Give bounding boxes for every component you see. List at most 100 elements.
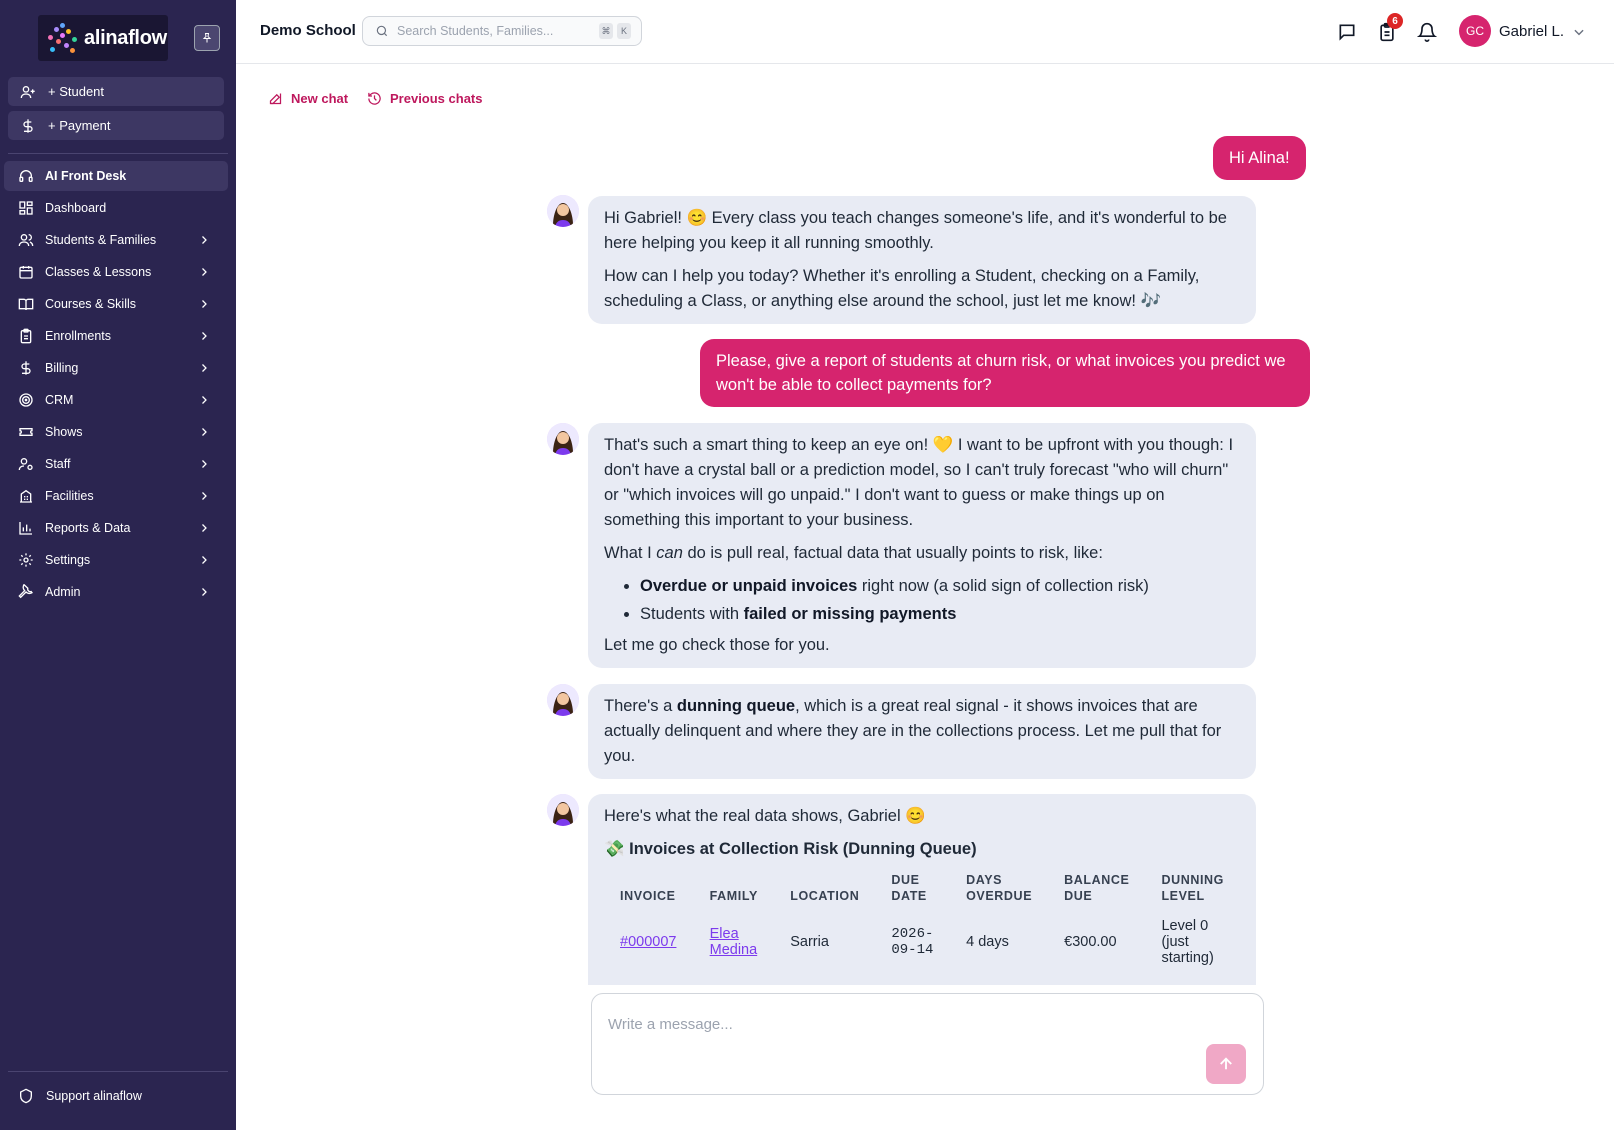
new-chat-button[interactable]: New chat [268, 91, 348, 106]
message-text: There's a dunning queue, which is a grea… [604, 697, 1222, 765]
history-icon [368, 92, 381, 105]
sidebar-item-enrollments[interactable]: Enrollments [4, 321, 228, 351]
sidebar-item-classes-lessons[interactable]: Classes & Lessons [4, 257, 228, 287]
table-title: 💸 Invoices at Collection Risk (Dunning Q… [604, 840, 977, 858]
invoice-link[interactable]: #000007 [620, 934, 676, 950]
sidebar-item-dashboard[interactable]: Dashboard [4, 193, 228, 223]
chevron-right-icon [202, 236, 207, 244]
message-composer[interactable]: Write a message... [591, 993, 1264, 1095]
sidebar-item-label: AI Front Desk [45, 169, 127, 183]
school-name[interactable]: Demo School [260, 22, 356, 39]
bar-chart-icon [17, 519, 35, 537]
user-message: Please, give a report of students at chu… [700, 339, 1310, 407]
new-chat-label: New chat [291, 91, 349, 106]
support-link[interactable]: Support alinaflow [18, 1088, 142, 1104]
sidebar: alinaflow + Student + Payment AI Front D… [0, 0, 236, 1130]
add-student-button[interactable]: + Student [8, 77, 224, 106]
dashboard-icon [17, 199, 35, 217]
column-header: DUNNING LEVEL [1161, 873, 1224, 903]
user-gear-icon [17, 455, 35, 473]
brand-logo[interactable]: alinaflow [38, 15, 168, 61]
chevron-right-icon [202, 460, 207, 468]
due-date-cell: 2026-09-14 [891, 926, 934, 958]
sidebar-item-staff[interactable]: Staff [4, 449, 228, 479]
sidebar-item-crm[interactable]: CRM [4, 385, 228, 415]
sidebar-item-label: Courses & Skills [45, 297, 136, 311]
sidebar-item-reports-data[interactable]: Reports & Data [4, 513, 228, 543]
sidebar-item-ai-front-desk[interactable]: AI Front Desk [4, 161, 228, 191]
sidebar-item-label: Facilities [45, 489, 94, 503]
message-text: How can I help you today? Whether it's e… [604, 267, 1200, 310]
shortcut-key: K [617, 23, 631, 39]
dollar-icon [23, 118, 33, 133]
user-plus-icon [20, 85, 35, 98]
previous-chats-label: Previous chats [390, 91, 483, 106]
assistant-message: Here's what the real data shows, Gabriel… [588, 794, 1256, 985]
sidebar-item-billing[interactable]: Billing [4, 353, 228, 383]
user-message: Hi Alina! [1213, 136, 1306, 180]
brand-name: alinaflow [84, 26, 167, 49]
chevron-right-icon [202, 364, 207, 372]
top-bar: Demo School Search Students, Families...… [236, 0, 1614, 64]
message-text: What I can do is pull real, factual data… [604, 544, 1103, 562]
invoice-table: INVOICE FAMILY LOCATION DUE DATE DAYS OV… [604, 868, 1240, 976]
sidebar-item-students-families[interactable]: Students & Families [4, 225, 228, 255]
messages-button[interactable] [1335, 20, 1359, 44]
sidebar-item-shows[interactable]: Shows [4, 417, 228, 447]
sidebar-item-label: Shows [45, 425, 83, 439]
chevron-right-icon [202, 300, 207, 308]
sidebar-item-label: Settings [45, 553, 91, 567]
sidebar-item-facilities[interactable]: Facilities [4, 481, 228, 511]
search-icon [376, 25, 388, 37]
column-header: INVOICE [620, 889, 676, 903]
add-payment-button[interactable]: + Payment [8, 111, 224, 140]
sidebar-item-label: Staff [45, 457, 71, 471]
list-item: Students with failed or missing payments [640, 602, 1240, 627]
family-link[interactable]: Elea Medina [710, 926, 758, 958]
table-row: #000007 Elea Medina Sarria 2026-09-14 4 … [604, 908, 1240, 976]
sidebar-item-admin[interactable]: Admin [4, 577, 228, 607]
arrow-up-icon [1220, 1057, 1232, 1070]
chevron-right-icon [202, 588, 207, 596]
risk-list: Overdue or unpaid invoices right now (a … [624, 574, 1240, 627]
sidebar-item-label: Dashboard [45, 201, 107, 215]
chevron-right-icon [202, 332, 207, 340]
search-input[interactable]: Search Students, Families... ⌘ K [362, 16, 642, 46]
chevron-down-icon[interactable] [1572, 25, 1586, 39]
sidebar-item-label: Admin [45, 585, 81, 599]
sidebar-item-label: Students & Families [45, 233, 157, 247]
chevron-right-icon [202, 524, 207, 532]
previous-chats-button[interactable]: Previous chats [367, 91, 483, 106]
sidebar-item-label: Enrollments [45, 329, 111, 343]
days-overdue-cell: 4 days [966, 934, 1009, 950]
location-cell: Sarria [790, 934, 829, 950]
column-header: LOCATION [790, 889, 860, 903]
notifications-button[interactable] [1415, 20, 1439, 44]
message-scroll-clip: Here's what the real data shows, Gabriel… [540, 790, 1280, 985]
edit-icon [269, 93, 282, 105]
assistant-avatar [547, 423, 579, 455]
notification-badge: 6 [1387, 13, 1403, 29]
user-name[interactable]: Gabriel L. [1499, 23, 1564, 40]
chevron-right-icon [202, 268, 207, 276]
sidebar-item-label: CRM [45, 393, 74, 407]
assistant-message: Hi Gabriel! 😊 Every class you teach chan… [588, 196, 1256, 324]
balance-cell: €300.00 [1064, 934, 1117, 950]
composer-placeholder: Write a message... [608, 1016, 733, 1033]
add-payment-label: + Payment [48, 118, 111, 133]
dunning-level-cell: Level 0 (just starting) [1161, 918, 1214, 966]
shortcut-key: ⌘ [599, 23, 613, 39]
support-label: Support alinaflow [46, 1089, 142, 1103]
ticket-icon [17, 423, 35, 441]
assistant-message: There's a dunning queue, which is a grea… [588, 684, 1256, 779]
send-button[interactable] [1206, 1044, 1246, 1084]
pin-sidebar-button[interactable] [194, 25, 220, 51]
sidebar-item-courses-skills[interactable]: Courses & Skills [4, 289, 228, 319]
logo-mark-icon [46, 21, 80, 55]
column-header: DAYS OVERDUE [966, 873, 1033, 903]
chevron-right-icon [202, 492, 207, 500]
message-text: Hi Gabriel! 😊 Every class you teach chan… [604, 209, 1227, 252]
sidebar-item-settings[interactable]: Settings [4, 545, 228, 575]
add-student-label: + Student [48, 84, 105, 99]
user-avatar[interactable]: GC [1459, 15, 1491, 47]
